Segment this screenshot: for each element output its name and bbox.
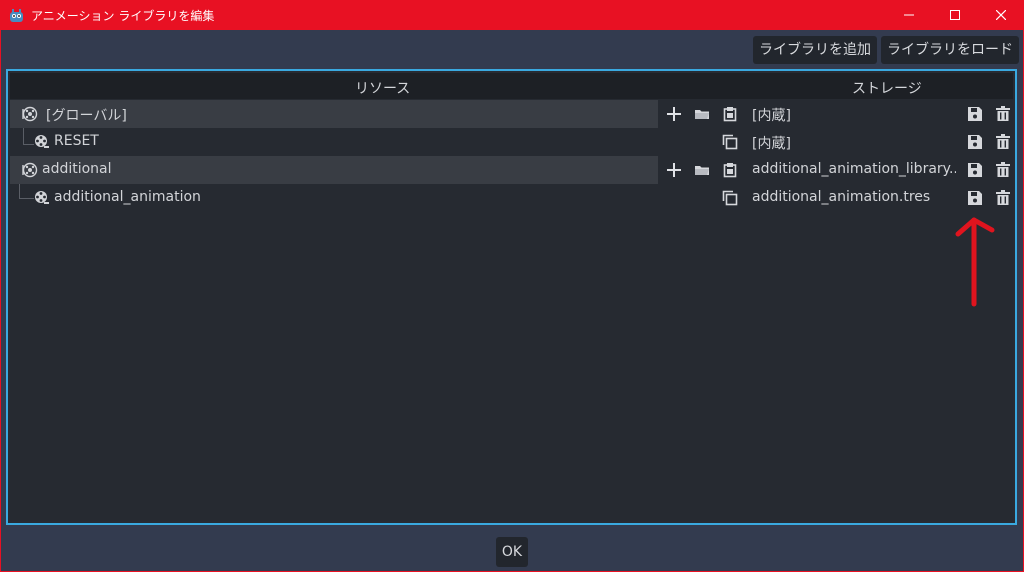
save-icon[interactable]	[967, 190, 983, 206]
animation-name: additional_animation	[54, 189, 201, 205]
animation-name: RESET	[54, 133, 99, 149]
tree-row-additional-library[interactable]: additional additional_animation_library.…	[10, 156, 1013, 184]
ok-button[interactable]: OK	[496, 537, 528, 567]
animation-icon	[34, 190, 50, 206]
tree-row-additional-animation[interactable]: additional_animation additional_animatio…	[10, 184, 1013, 212]
animation-library-icon	[22, 106, 38, 122]
animation-storage: [内蔵]	[752, 136, 791, 152]
edit-animation-library-dialog: ライブラリを追加 ライブラリをロード リソース ストレージ [グローバル] [内…	[1, 30, 1023, 571]
delete-trash-icon[interactable]	[995, 106, 1011, 122]
godot-app-icon	[9, 8, 24, 22]
minimize-button[interactable]	[886, 0, 932, 30]
animation-icon	[34, 134, 50, 150]
annotation-arrow-icon	[955, 217, 995, 307]
library-tree-panel: リソース ストレージ [グローバル] [内蔵] RESET [内蔵] addit…	[6, 69, 1017, 525]
add-animation-icon[interactable]	[666, 106, 682, 122]
close-icon	[996, 10, 1006, 20]
library-name: additional	[42, 161, 112, 177]
load-animation-folder-icon[interactable]	[694, 106, 710, 122]
save-icon[interactable]	[967, 134, 983, 150]
load-library-button[interactable]: ライブラリをロード	[881, 36, 1019, 64]
tree-row-global-library[interactable]: [グローバル] [内蔵]	[10, 100, 1013, 128]
delete-trash-icon[interactable]	[995, 162, 1011, 178]
load-animation-folder-icon[interactable]	[694, 162, 710, 178]
delete-trash-icon[interactable]	[995, 190, 1011, 206]
storage-column-header: ストレージ	[852, 81, 922, 97]
window-title: アニメーション ライブラリを編集	[31, 9, 215, 23]
library-storage: additional_animation_library....	[752, 161, 956, 177]
close-button[interactable]	[978, 0, 1024, 30]
animation-storage: additional_animation.tres	[752, 189, 931, 205]
library-name: [グローバル]	[46, 108, 127, 124]
save-icon[interactable]	[967, 106, 983, 122]
make-unique-duplicate-icon[interactable]	[722, 134, 738, 150]
delete-trash-icon[interactable]	[995, 134, 1011, 150]
animation-library-icon	[22, 162, 38, 178]
tree-row-reset-animation[interactable]: RESET [内蔵]	[10, 128, 1013, 156]
maximize-icon	[950, 10, 960, 20]
add-animation-icon[interactable]	[666, 162, 682, 178]
library-storage: [内蔵]	[752, 108, 791, 124]
minimize-icon	[904, 14, 914, 16]
paste-animation-icon[interactable]	[722, 162, 738, 178]
paste-animation-icon[interactable]	[722, 106, 738, 122]
maximize-button[interactable]	[932, 0, 978, 30]
make-unique-duplicate-icon[interactable]	[722, 190, 738, 206]
save-icon[interactable]	[967, 162, 983, 178]
resource-column-header: リソース	[355, 81, 411, 97]
tree-header: リソース ストレージ	[10, 73, 1013, 99]
title-bar: アニメーション ライブラリを編集	[0, 0, 1024, 30]
add-library-button[interactable]: ライブラリを追加	[753, 36, 877, 64]
